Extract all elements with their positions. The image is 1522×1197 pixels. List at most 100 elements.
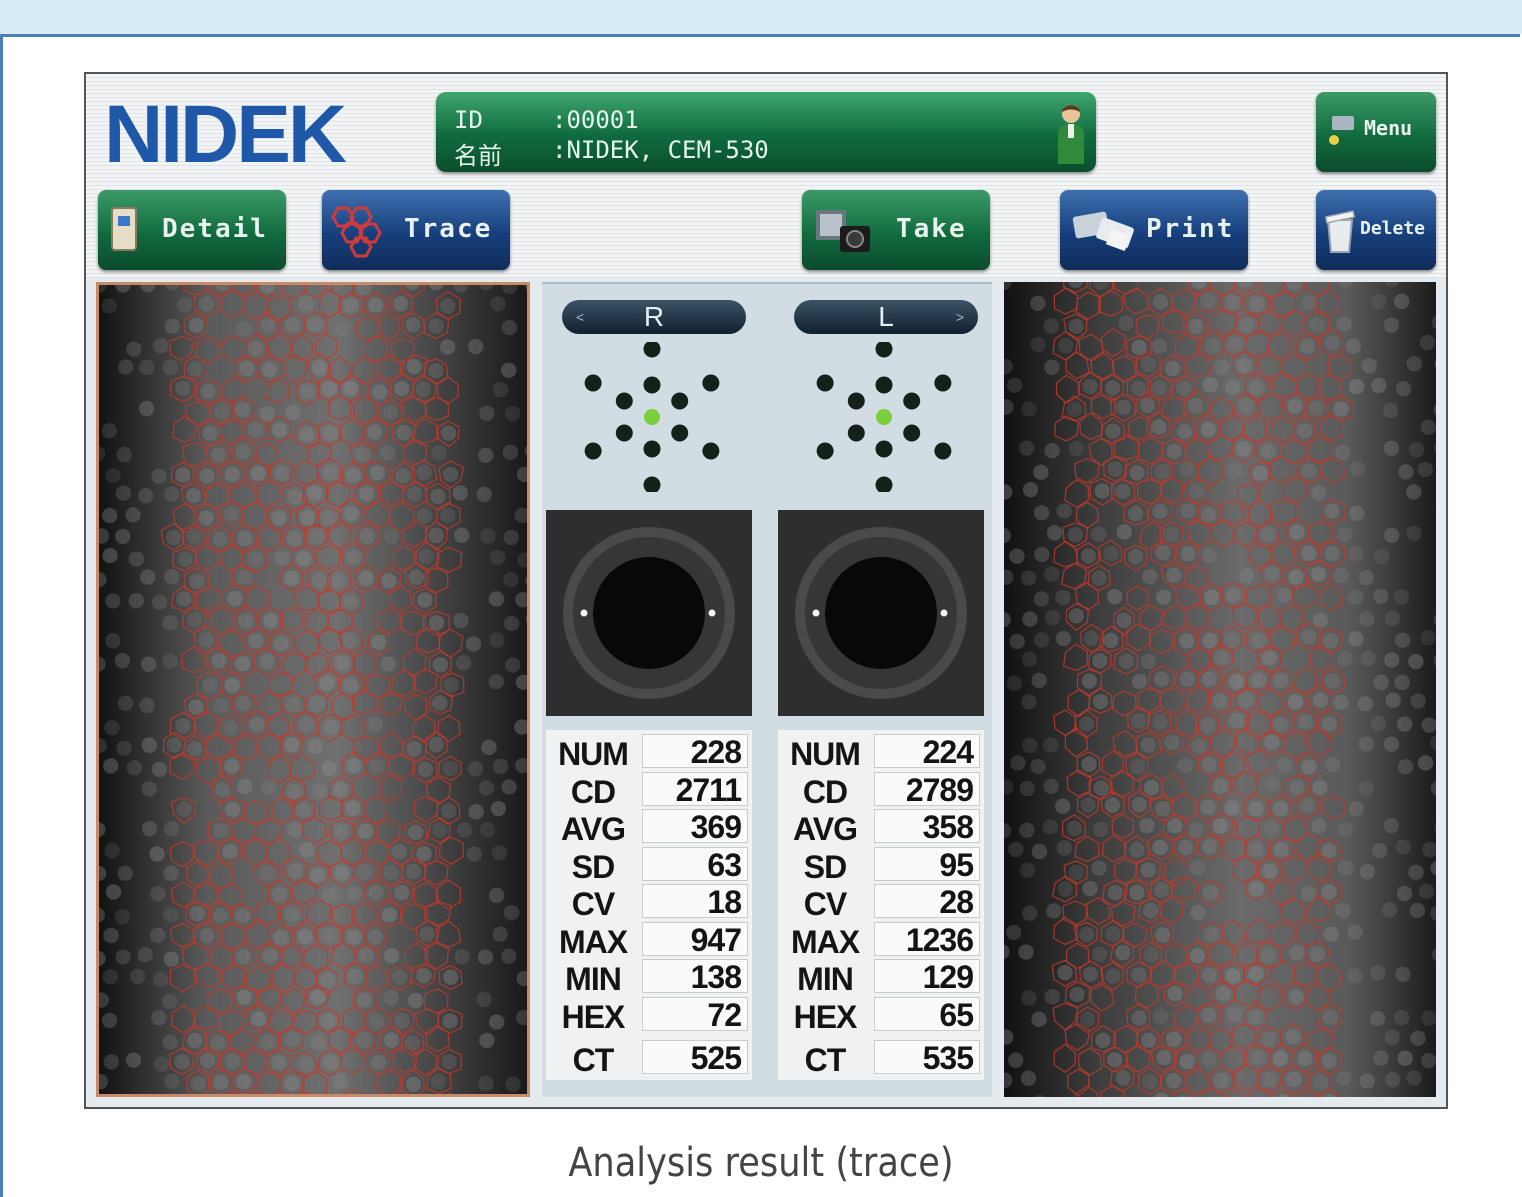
- patient-info-bar: ID :00001 名前 :NIDEK, CEM-530: [436, 92, 1096, 172]
- menu-icon: [1329, 116, 1354, 145]
- trace-button[interactable]: Trace: [322, 190, 510, 270]
- stat-value: 947: [642, 921, 748, 957]
- stat-value: 2789: [874, 771, 980, 807]
- stat-value: 138: [642, 959, 748, 994]
- stat-key: MIN: [565, 961, 622, 997]
- fixation-target-right[interactable]: [572, 342, 732, 492]
- stat-row-avg: AVG 358: [778, 809, 984, 847]
- fixation-dot[interactable]: [584, 374, 602, 392]
- fixation-dot[interactable]: [643, 342, 661, 358]
- stat-key: CD: [570, 773, 616, 810]
- fixation-dot[interactable]: [875, 376, 893, 394]
- fixation-dot[interactable]: [671, 392, 689, 410]
- stat-row-sd: SD 63: [546, 846, 752, 885]
- camera-icon: [816, 210, 870, 252]
- eye-label-r: R: [643, 301, 665, 332]
- take-button[interactable]: Take: [802, 190, 990, 270]
- stat-value: 2711: [642, 771, 748, 807]
- fixation-dot[interactable]: [934, 374, 952, 392]
- stat-key: HEX: [793, 998, 858, 1035]
- fixation-dot-active[interactable]: [876, 409, 892, 425]
- stat-value: 369: [642, 809, 748, 844]
- left-eye-cell-image[interactable]: [1004, 282, 1436, 1097]
- stat-key: NUM: [790, 736, 861, 772]
- right-eye-selector[interactable]: < R: [562, 300, 746, 334]
- stat-value: 28: [874, 884, 980, 919]
- fixation-dot[interactable]: [847, 424, 865, 442]
- stat-row-ct: CT 535: [778, 1040, 984, 1078]
- fixation-dot[interactable]: [847, 392, 865, 410]
- stat-value: 18: [642, 884, 748, 919]
- stat-value: 72: [642, 996, 748, 1032]
- fixation-dot[interactable]: [875, 342, 893, 358]
- stat-value: 535: [874, 1040, 980, 1075]
- analysis-area: < R NUM 228 CD 2711 AVG 369 SD 63 CV 18 MAX 947 MIN 1…: [96, 282, 1436, 1097]
- fixation-dot-active[interactable]: [644, 409, 660, 425]
- print-button[interactable]: Print: [1060, 190, 1248, 270]
- stat-value: 358: [874, 809, 980, 844]
- stat-row-max: MAX 1236: [778, 921, 984, 960]
- stat-key: NUM: [558, 736, 629, 772]
- stat-value: 129: [874, 959, 980, 994]
- stat-value: 95: [874, 846, 980, 882]
- stat-value: 525: [642, 1040, 748, 1075]
- fixation-dot[interactable]: [816, 374, 834, 392]
- stat-row-cd: CD 2789: [778, 771, 984, 810]
- fixation-dot[interactable]: [702, 442, 720, 460]
- stat-key: CT: [804, 1042, 847, 1078]
- trash-icon: [1324, 210, 1356, 253]
- name-value: :NIDEK, CEM-530: [552, 136, 769, 164]
- left-eye-stats-table: NUM 224 CD 2789 AVG 358 SD 95 CV 28 MAX 1236 MIN 129 H…: [778, 730, 984, 1080]
- fixation-dot[interactable]: [903, 392, 921, 410]
- stat-value: 65: [874, 996, 980, 1032]
- stat-key: CD: [802, 773, 848, 810]
- fixation-dot[interactable]: [671, 424, 689, 442]
- detail-button[interactable]: Detail: [98, 190, 286, 270]
- fixation-target-left[interactable]: [804, 342, 964, 492]
- right-endothelium-image: [99, 285, 527, 1094]
- fixation-dot[interactable]: [615, 424, 633, 442]
- next-arrow-icon: >: [955, 309, 964, 325]
- menu-button[interactable]: Menu: [1316, 92, 1436, 172]
- stat-row-hex: HEX 72: [546, 996, 752, 1035]
- results-panel: < R NUM 228 CD 2711 AVG 369 SD 63 CV 18 MAX 947 MIN 1…: [542, 282, 992, 1097]
- stat-value: 228: [642, 734, 748, 769]
- id-value: :00001: [552, 106, 639, 134]
- fixation-dot[interactable]: [903, 424, 921, 442]
- stat-key: CV: [803, 886, 847, 922]
- fixation-dot[interactable]: [875, 440, 893, 458]
- stat-key: CV: [571, 886, 615, 922]
- stat-key: MIN: [797, 961, 854, 997]
- right-eye-cell-image[interactable]: [96, 282, 530, 1097]
- fixation-dot[interactable]: [615, 392, 633, 410]
- stat-key: CT: [572, 1042, 615, 1078]
- id-label: ID: [454, 106, 483, 134]
- eye-label-l: L: [878, 301, 894, 332]
- stat-key: HEX: [561, 998, 626, 1035]
- left-eye-selector[interactable]: L >: [794, 300, 978, 334]
- stat-row-avg: AVG 369: [546, 809, 752, 847]
- fixation-dot[interactable]: [643, 440, 661, 458]
- stat-key: MAX: [790, 923, 860, 960]
- fixation-dot[interactable]: [934, 442, 952, 460]
- name-label: 名前: [454, 142, 502, 170]
- prev-arrow-icon: <: [576, 309, 585, 325]
- fixation-dot[interactable]: [584, 442, 602, 460]
- fixation-dot[interactable]: [643, 476, 661, 493]
- device-screen: NIDEK ID :00001 名前 :NIDEK, CEM-530 Menu …: [84, 72, 1448, 1109]
- stat-row-cd: CD 2711: [546, 771, 752, 810]
- left-eye-photo: [778, 510, 984, 716]
- fixation-dot[interactable]: [816, 442, 834, 460]
- stat-value: 224: [874, 734, 980, 769]
- left-endothelium-image: [1004, 282, 1436, 1097]
- stat-key: SD: [571, 848, 615, 885]
- fixation-dot[interactable]: [702, 374, 720, 392]
- fixation-dot[interactable]: [643, 376, 661, 394]
- stat-value: 63: [642, 846, 748, 882]
- fixation-dot[interactable]: [875, 476, 893, 493]
- stat-key: SD: [803, 848, 847, 885]
- delete-button[interactable]: Delete: [1316, 190, 1436, 270]
- stat-key: MAX: [558, 923, 628, 960]
- stat-row-max: MAX 947: [546, 921, 752, 960]
- top-band: [0, 0, 1522, 34]
